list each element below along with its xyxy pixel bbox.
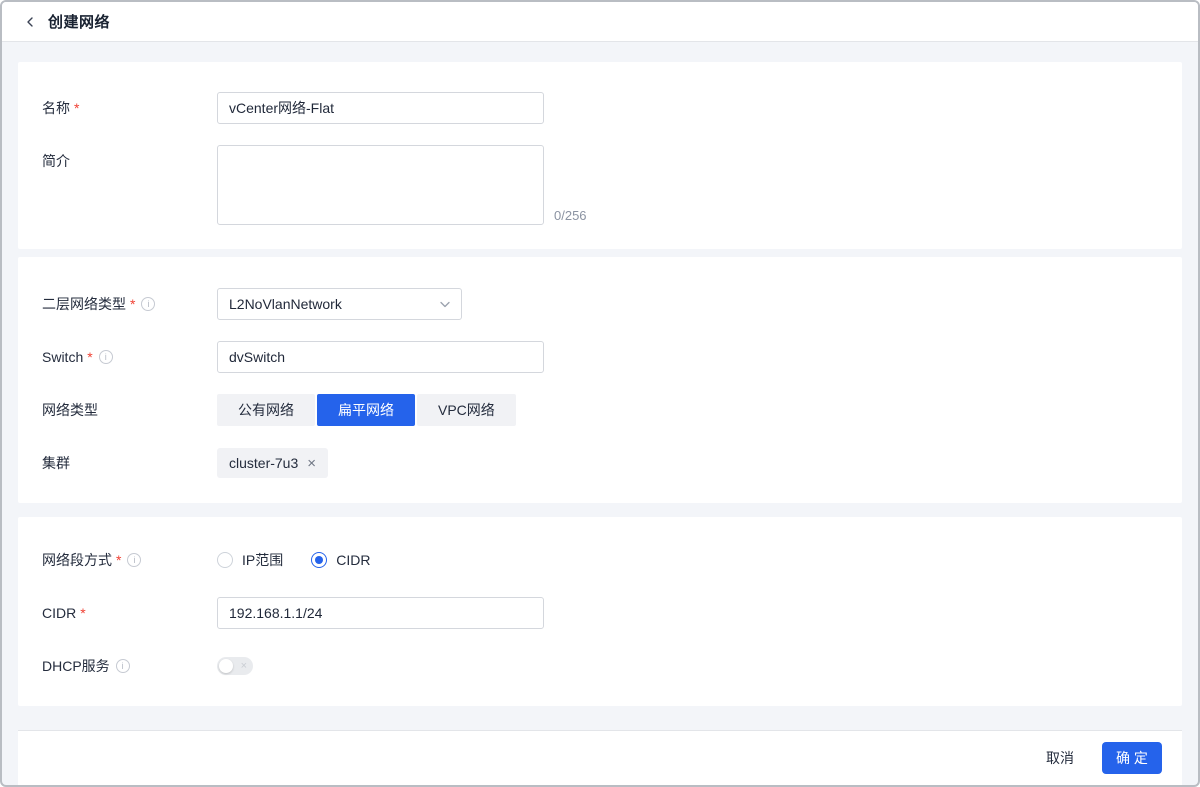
toggle-knob xyxy=(219,659,233,673)
radio-ip-range[interactable]: IP范围 xyxy=(217,550,283,570)
info-icon[interactable]: i xyxy=(116,659,130,673)
cidr-label: CIDR * xyxy=(42,597,217,629)
description-textarea[interactable] xyxy=(217,145,544,225)
required-asterisk: * xyxy=(87,349,92,365)
create-network-page: 创建网络 名称 * 简介 0/256 xyxy=(0,0,1200,787)
info-icon[interactable]: i xyxy=(99,350,113,364)
chevron-left-icon xyxy=(24,16,36,28)
remove-tag-icon[interactable]: × xyxy=(307,456,316,471)
network-type-option-flat[interactable]: 扁平网络 xyxy=(317,394,415,426)
dhcp-row: DHCP服务 i × xyxy=(42,650,1158,682)
l2-type-label: 二层网络类型 * i xyxy=(42,288,217,320)
cluster-row: 集群 cluster-7u3 × xyxy=(42,447,1158,479)
char-counter: 0/256 xyxy=(554,207,587,225)
chevron-down-icon xyxy=(439,298,451,310)
toggle-off-icon: × xyxy=(241,658,247,674)
name-input[interactable] xyxy=(217,92,544,124)
radio-icon xyxy=(217,552,233,568)
network-type-option-public[interactable]: 公有网络 xyxy=(217,394,315,426)
cidr-input[interactable] xyxy=(217,597,544,629)
l2-type-row: 二层网络类型 * i L2NoVlanNetwork xyxy=(42,288,1158,320)
confirm-button[interactable]: 确 定 xyxy=(1102,742,1162,774)
description-row: 简介 0/256 xyxy=(42,145,1158,225)
network-type-label: 网络类型 xyxy=(42,394,217,426)
network-type-row: 网络类型 公有网络 扁平网络 VPC网络 xyxy=(42,394,1158,426)
required-asterisk: * xyxy=(130,296,135,312)
basic-info-card: 名称 * 简介 0/256 xyxy=(18,62,1182,249)
dhcp-toggle[interactable]: × xyxy=(217,657,253,675)
required-asterisk: * xyxy=(74,100,79,116)
l2-type-select-value: L2NoVlanNetwork xyxy=(229,296,342,312)
segment-mode-label: 网络段方式 * i xyxy=(42,544,217,576)
l2-type-select[interactable]: L2NoVlanNetwork xyxy=(217,288,462,320)
info-icon[interactable]: i xyxy=(141,297,155,311)
cluster-tag-text: cluster-7u3 xyxy=(229,455,298,471)
name-row: 名称 * xyxy=(42,92,1158,124)
page-header: 创建网络 xyxy=(2,2,1198,42)
info-icon[interactable]: i xyxy=(127,553,141,567)
action-footer: 取消 确 定 xyxy=(18,730,1182,785)
network-type-segmented-group: 公有网络 扁平网络 VPC网络 xyxy=(217,394,516,426)
form-content: 名称 * 简介 0/256 二层网络类型 xyxy=(2,42,1198,785)
network-type-option-vpc[interactable]: VPC网络 xyxy=(417,394,516,426)
segment-config-card: 网络段方式 * i IP范围 CIDR CIDR xyxy=(18,517,1182,706)
cancel-button[interactable]: 取消 xyxy=(1042,742,1078,774)
segment-mode-radio-group: IP范围 CIDR xyxy=(217,544,370,576)
cidr-row: CIDR * xyxy=(42,597,1158,629)
switch-row: Switch * i xyxy=(42,341,1158,373)
description-label: 简介 xyxy=(42,145,217,177)
network-config-card: 二层网络类型 * i L2NoVlanNetwork xyxy=(18,257,1182,503)
required-asterisk: * xyxy=(80,605,85,621)
segment-mode-row: 网络段方式 * i IP范围 CIDR xyxy=(42,544,1158,576)
cluster-label: 集群 xyxy=(42,447,217,479)
dhcp-label: DHCP服务 i xyxy=(42,650,217,682)
switch-label: Switch * i xyxy=(42,341,217,373)
name-label: 名称 * xyxy=(42,92,217,124)
back-button[interactable] xyxy=(22,14,38,30)
switch-input[interactable] xyxy=(217,341,544,373)
cluster-tag: cluster-7u3 × xyxy=(217,448,328,478)
page-title: 创建网络 xyxy=(48,11,110,32)
required-asterisk: * xyxy=(116,552,121,568)
radio-icon xyxy=(311,552,327,568)
radio-cidr[interactable]: CIDR xyxy=(311,552,370,568)
